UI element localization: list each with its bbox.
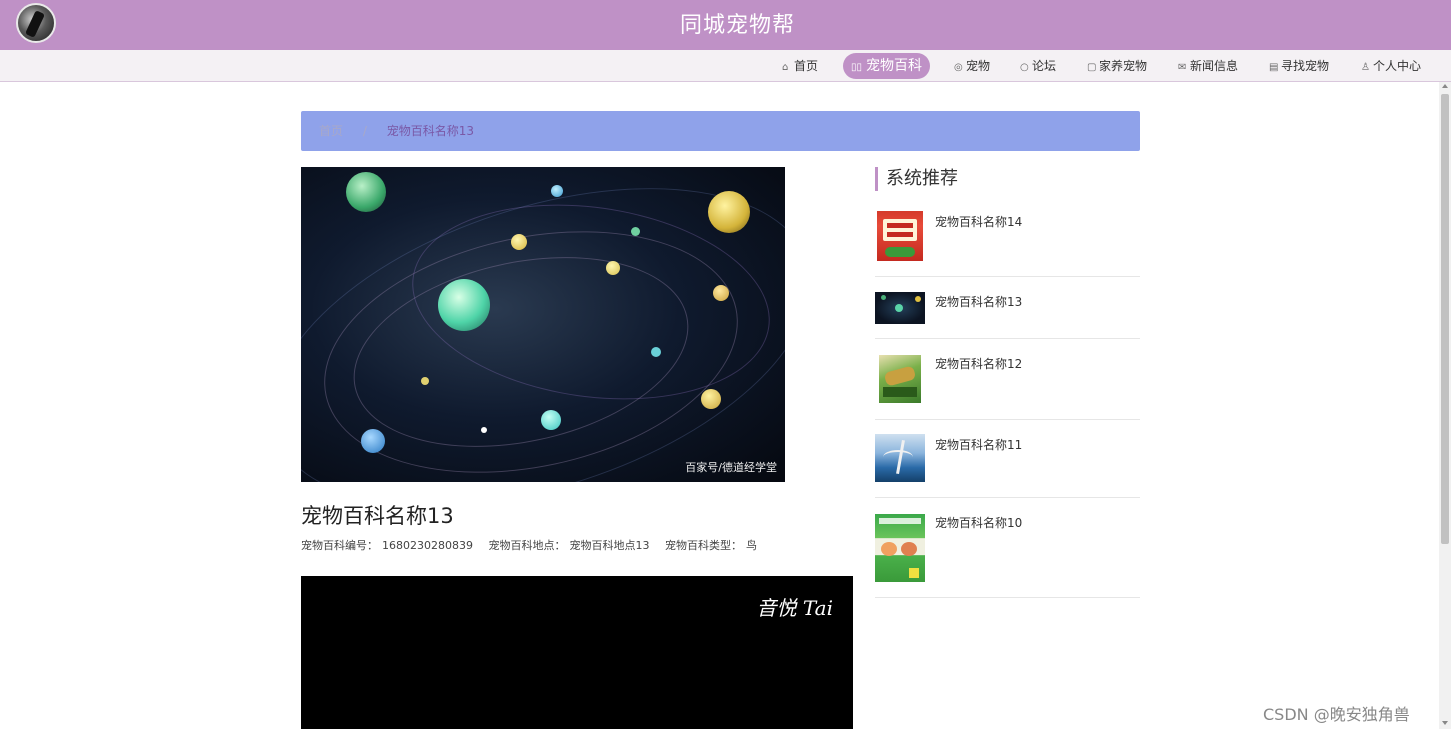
video-overlay-logo: 音悦 Tai (756, 596, 833, 620)
recommendation-item[interactable]: 宠物百科名称12 (875, 339, 1140, 420)
type-label: 宠物百科类型： (664, 539, 742, 552)
user-icon: ♙ (1361, 62, 1370, 73)
nav-label: 宠物百科 (866, 58, 922, 74)
number-value: 1680230280839 (382, 539, 473, 552)
nav-label: 首页 (794, 59, 819, 73)
nav-item-news[interactable]: ✉ 新闻信息 (1178, 53, 1238, 79)
mail-icon: ✉ (1178, 62, 1187, 73)
recommendation-name[interactable]: 宠物百科名称13 (935, 293, 1022, 310)
nav-item-pet-encyclopedia[interactable]: ▯▯ 宠物百科 (843, 53, 930, 79)
location-label: 宠物百科地点： (488, 539, 566, 552)
video-player[interactable]: 音悦 Tai (301, 576, 853, 729)
recommendation-thumbnail[interactable] (879, 355, 921, 403)
page-scrollbar[interactable] (1439, 82, 1451, 729)
breadcrumb: 首页 / 宠物百科名称13 (301, 111, 1140, 151)
recommendation-thumbnail[interactable] (875, 292, 925, 324)
breadcrumb-home-link[interactable]: 首页 (319, 124, 343, 138)
breadcrumb-separator: / (362, 124, 367, 138)
recommendation-item[interactable]: 宠物百科名称13 (875, 277, 1140, 339)
recommendation-name[interactable]: 宠物百科名称11 (935, 436, 1022, 453)
nav-label: 家养宠物 (1099, 59, 1148, 73)
scroll-up-arrow-icon[interactable] (1442, 84, 1448, 88)
scrollbar-thumb[interactable] (1441, 94, 1449, 544)
image-watermark: 百家号/德道经学堂 (685, 461, 777, 474)
nav-item-find-pets[interactable]: ▤ 寻找宠物 (1269, 53, 1329, 79)
recommendation-thumbnail[interactable] (877, 211, 923, 261)
scroll-down-arrow-icon[interactable] (1442, 721, 1448, 725)
number-label: 宠物百科编号： (301, 539, 378, 552)
recommendation-item[interactable]: 宠物百科名称14 (875, 209, 1140, 277)
nav-item-user-center[interactable]: ♙ 个人中心 (1361, 53, 1421, 79)
site-title: 同城宠物帮 (679, 13, 795, 38)
nav-item-home-pets[interactable]: ▢ 家养宠物 (1087, 53, 1147, 79)
type-value: 鸟 (745, 539, 757, 552)
recommendations-heading: 系统推荐 (875, 167, 958, 191)
recommendation-item[interactable]: 宠物百科名称10 (875, 498, 1140, 598)
nav-label: 论坛 (1032, 59, 1057, 73)
nav-label: 新闻信息 (1190, 59, 1239, 73)
nav-label: 个人中心 (1373, 59, 1422, 73)
chat-bubble-icon: ○ (1020, 62, 1029, 73)
item-meta: 宠物百科编号： 1680230280839 宠物百科地点： 宠物百科地点13 宠物百… (301, 537, 761, 553)
nav-item-home[interactable]: ⌂ 首页 (782, 53, 818, 79)
breadcrumb-current: 宠物百科名称13 (386, 124, 474, 138)
nav-label: 宠物 (966, 59, 991, 73)
notebook-icon: ▢ (1087, 62, 1097, 73)
location-value: 宠物百科地点13 (569, 539, 650, 552)
recommendation-thumbnail[interactable] (875, 514, 925, 582)
item-main-image: 百家号/德道经学堂 (301, 167, 785, 482)
recommendation-item[interactable]: 宠物百科名称11 (875, 420, 1140, 498)
csdn-watermark: CSDN @晚安独角兽 (1263, 705, 1410, 724)
nav-label: 寻找宠物 (1281, 59, 1330, 73)
recommendation-name[interactable]: 宠物百科名称10 (935, 514, 1022, 531)
calendar-icon: ▤ (1269, 62, 1279, 73)
main-nav: ⌂ 首页 ▯▯ 宠物百科 ◎ 宠物 ○ 论坛 ▢ 家养宠物 ✉ 新闻信息 ▤ 寻找宠物 ♙ 个人… (0, 50, 1451, 82)
nav-item-forum[interactable]: ○ 论坛 (1020, 53, 1056, 79)
item-title: 宠物百科名称13 (301, 504, 454, 528)
globe-icon: ◎ (954, 62, 963, 73)
recommendation-name[interactable]: 宠物百科名称14 (935, 213, 1022, 230)
recommendation-name[interactable]: 宠物百科名称12 (935, 355, 1022, 372)
home-icon: ⌂ (782, 62, 789, 73)
book-icon: ▯▯ (851, 62, 863, 73)
top-header-bar: 同城宠物帮 (0, 0, 1451, 50)
nav-item-pets[interactable]: ◎ 宠物 (954, 53, 990, 79)
recommendation-thumbnail[interactable] (875, 434, 925, 482)
